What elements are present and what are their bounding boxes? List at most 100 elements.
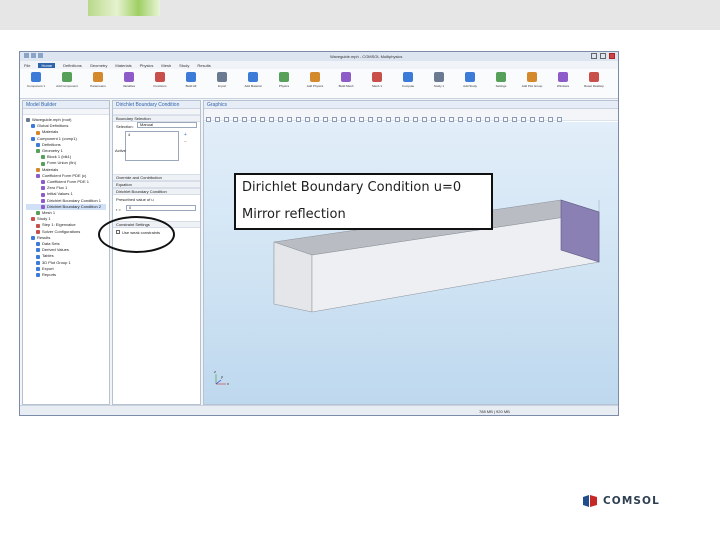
add-selection-icon[interactable]: +	[184, 132, 187, 138]
boundary-selection-section[interactable]: Boundary Selection	[113, 115, 200, 122]
comsol-logo: COMSOL	[583, 495, 660, 507]
ribbon-mesh-1-button[interactable]: Mesh 1	[365, 72, 389, 96]
ribbon-build-mesh-button[interactable]: Build Mesh	[334, 72, 358, 96]
graphics-toolbar	[204, 109, 618, 122]
tab-mesh[interactable]: Mesh	[161, 63, 171, 68]
ribbon-settings-button[interactable]: Settings	[489, 72, 513, 96]
tree-node-icon	[41, 198, 45, 203]
ribbon-button-label: Reset Desktop	[584, 84, 604, 88]
r-value-input[interactable]: 0	[126, 205, 196, 211]
tab-definitions[interactable]: Definitions	[63, 63, 82, 68]
selection-list-item[interactable]: 4	[126, 132, 130, 137]
ribbon-button-label: Add Physics	[306, 84, 324, 88]
minimize-icon[interactable]	[591, 53, 597, 59]
ribbon-button-icon	[372, 72, 382, 82]
ribbon-tabs: File Home Definitions Geometry Materials Phys…	[20, 61, 618, 69]
ribbon-button-icon	[248, 72, 258, 82]
tree-node-icon	[36, 266, 40, 271]
tree-node-icon	[31, 235, 35, 240]
tree-node-icon	[31, 217, 35, 222]
ribbon-add-material-button[interactable]: Add Material	[241, 72, 265, 96]
ribbon-button-icon	[310, 72, 320, 82]
ribbon-button-icon	[558, 72, 568, 82]
graphics-viewport[interactable]: x y z	[204, 122, 618, 404]
ribbon-button-label: Parameters	[90, 84, 106, 88]
ribbon-add-plot-group-button[interactable]: Add Plot Group	[520, 72, 544, 96]
tab-geometry[interactable]: Geometry	[90, 63, 108, 68]
comsol-logo-text: COMSOL	[603, 495, 660, 507]
memory-status: 788 MB | 920 MB	[479, 409, 510, 414]
tab-home[interactable]: Home	[38, 62, 56, 68]
settings-pane: Dirichlet Boundary Condition Boundary Se…	[112, 100, 201, 405]
close-icon[interactable]	[609, 53, 615, 59]
tab-physics[interactable]: Physics	[140, 63, 154, 68]
tree-node-label: Reports	[42, 272, 57, 278]
override-section[interactable]: Override and Contribution	[113, 174, 200, 181]
status-bar: 788 MB | 920 MB	[20, 405, 618, 415]
ribbon-button-label: Build All	[185, 84, 197, 88]
ribbon-button-label: Add Component	[56, 84, 78, 88]
ribbon-study-1-button[interactable]: Study 1	[427, 72, 451, 96]
callout-line-dirichlet: Dirichlet Boundary Condition u=0	[242, 180, 462, 195]
window-titlebar: Waveguide.mph - COMSOL Multiphysics	[20, 52, 618, 61]
model-builder-pane: Model Builder Waveguide.mph (root) Global…	[22, 100, 110, 405]
ribbon-component-1-button[interactable]: Component 1	[24, 72, 48, 96]
active-label: Active	[115, 148, 126, 153]
ribbon-button-icon	[589, 72, 599, 82]
ribbon-button-label: Add Study	[463, 84, 477, 88]
tab-file[interactable]: File	[24, 63, 30, 68]
ribbon-button-label: Study 1	[433, 84, 445, 88]
ribbon-button-icon	[186, 72, 196, 82]
tree-node-icon	[36, 242, 40, 247]
quick-access-toolbar	[24, 53, 43, 58]
ribbon-add-component-button[interactable]: Add Component	[55, 72, 79, 96]
ribbon-physics-button[interactable]: Physics	[272, 72, 296, 96]
ribbon-button-label: Build Mesh	[338, 84, 354, 88]
tree-node-icon	[36, 223, 40, 228]
dirichlet-section[interactable]: Dirichlet Boundary Condition	[113, 188, 200, 195]
tab-results[interactable]: Results	[197, 63, 210, 68]
ribbon-button-label: Windows	[556, 84, 570, 88]
ribbon-compute-button[interactable]: Compute	[396, 72, 420, 96]
tab-study[interactable]: Study	[179, 63, 189, 68]
tree-node-icon	[36, 248, 40, 253]
selection-dropdown[interactable]: Manual	[137, 122, 197, 128]
ribbon-button-label: Add Plot Group	[521, 84, 543, 88]
ribbon-windows-button[interactable]: Windows	[551, 72, 575, 96]
ribbon-variables-button[interactable]: Variables	[117, 72, 141, 96]
ribbon-add-study-button[interactable]: Add Study	[458, 72, 482, 96]
tree-node-icon	[36, 260, 40, 265]
callout-line-mirror: Mirror reflection	[242, 207, 346, 222]
window-controls	[591, 53, 615, 59]
tree-node-icon	[41, 192, 45, 197]
tree-node[interactable]: Reports	[26, 272, 106, 278]
tree-node-icon	[41, 204, 45, 209]
redo-icon[interactable]	[38, 53, 43, 58]
undo-icon[interactable]	[31, 53, 36, 58]
ribbon-reset-desktop-button[interactable]: Reset Desktop	[582, 72, 606, 96]
maximize-icon[interactable]	[600, 53, 606, 59]
ribbon-button-icon	[124, 72, 134, 82]
equation-section[interactable]: Equation	[113, 181, 200, 188]
ribbon-button-icon	[217, 72, 227, 82]
save-icon[interactable]	[24, 53, 29, 58]
selection-listbox[interactable]: 4	[125, 131, 179, 161]
ribbon-parameters-button[interactable]: Parameters	[86, 72, 110, 96]
ribbon-button-label: Functions	[153, 84, 167, 88]
tree-node-icon	[31, 124, 35, 129]
tab-materials[interactable]: Materials	[115, 63, 131, 68]
ribbon-button-icon	[465, 72, 475, 82]
tree-node-icon	[36, 273, 40, 278]
ribbon-import-button[interactable]: Import	[210, 72, 234, 96]
graphics-title: Graphics	[204, 101, 618, 109]
tree-node-icon	[31, 136, 35, 141]
ribbon-build-all-button[interactable]: Build All	[179, 72, 203, 96]
ribbon-functions-button[interactable]: Functions	[148, 72, 172, 96]
selection-block: Selection: Manual 4 Active + −	[113, 122, 200, 174]
ribbon-button-icon	[31, 72, 41, 82]
ribbon-add-physics-button[interactable]: Add Physics	[303, 72, 327, 96]
ribbon-toolbar: Component 1 Add Component Parameters Variab…	[20, 69, 618, 99]
remove-selection-icon[interactable]: −	[184, 139, 187, 145]
tree-node-icon	[36, 142, 40, 147]
annotation-callout-box: Dirichlet Boundary Condition u=0 Mirror …	[234, 173, 493, 230]
